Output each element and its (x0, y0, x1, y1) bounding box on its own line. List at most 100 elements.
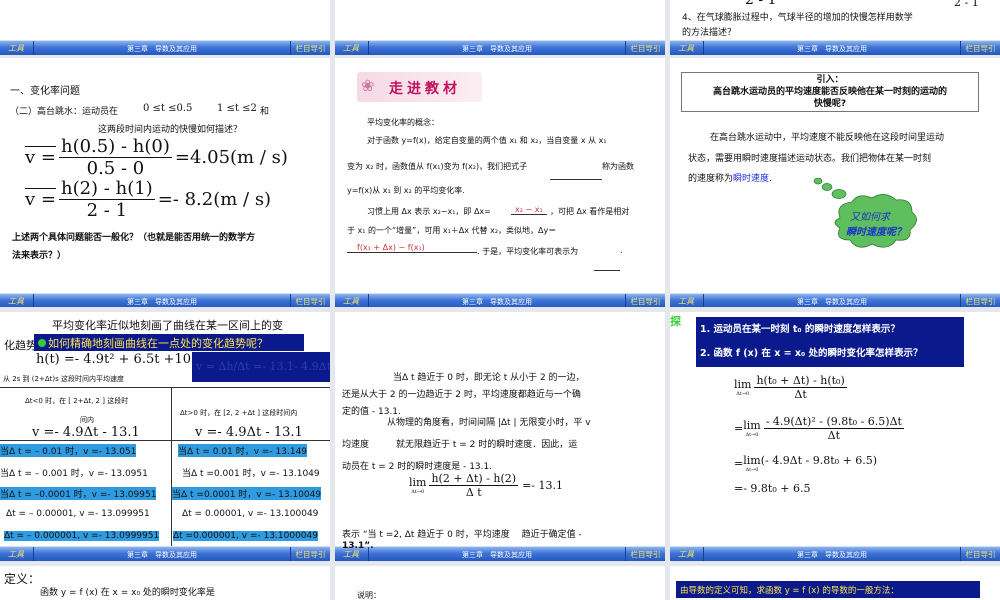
method-banner: 由导数的定义可知，求函数 y = f (x) 的导数的一般方法： (676, 581, 980, 598)
blank-line (550, 179, 602, 180)
table-cell: 当Δ t =0.0001 时，v =- 13.10049 (172, 487, 322, 500)
question-1: 1. 运动员在某一时刻 t₀ 的瞬时速度怎样表示？ (700, 324, 900, 335)
denominator: 0.5 - 0 (86, 158, 145, 179)
slide-footer: 工具 第三章 导数及其应用 栏目导引 (0, 40, 330, 55)
numerator: h(0.5) - h(0) (58, 136, 172, 158)
answer-red: x₂ − x₁ (511, 205, 547, 215)
numerator: h(t₀ + Δt) - h(t₀) (754, 374, 847, 388)
tools-link[interactable]: 工具 (670, 547, 704, 561)
slide-explanation[interactable]: 说明： (335, 566, 665, 600)
lim: lim (409, 476, 427, 489)
slide-r1c3[interactable]: 2 - 1 2 - 1 4、在气球膨胀过程中，气球半径的增加的快慢怎样用数学 的… (670, 0, 1000, 55)
table-header: Δt<0 时，在 [ 2+Δt, 2 ] 这段时 (25, 397, 129, 405)
text-line: 化趋势 (4, 339, 37, 352)
table-cell: 当Δ t =0.001 时，v =- 13.1049 (182, 469, 320, 479)
result: =- 8.2(m / s) (157, 189, 272, 210)
textbook-banner: ❀ 走进教材 (357, 72, 482, 102)
tools-link[interactable]: 工具 (0, 41, 34, 55)
text-line: 当Δ t 趋近于 0 时，即无论 t 从小于 2 的一边， (393, 373, 585, 383)
lim: lim (743, 419, 761, 432)
table-header: Δt>0 时，在 [2, 2 +Δt ] 这段时间内 (180, 409, 298, 417)
tools-link[interactable]: 工具 (670, 41, 704, 55)
slide-definition[interactable]: 定义： 函数 y = f (x) 在 x = x₀ 处的瞬时变化率是 (0, 566, 330, 600)
bullet-icon (38, 339, 46, 347)
tools-link[interactable]: 工具 (335, 294, 369, 307)
slide-introduction[interactable]: 引入： 高台跳水运动员的平均速度能否反映他在某一时刻的运动的 快慢呢? 在高台跳… (670, 58, 1000, 307)
question-text: 法来表示？） (12, 251, 67, 261)
text-line: 称为函数 (602, 162, 634, 171)
lim: lim (734, 378, 752, 391)
numerator: h(2 + Δt) - h(2) (429, 472, 519, 486)
chapter-title: 第三章 导数及其应用 (797, 298, 867, 306)
nav-link[interactable]: 栏目导引 (290, 294, 330, 307)
slide-average-velocity-table[interactable]: 平均变化率近似地刻画了曲线在某一区间上的变 化趋势 如何精确地刻画曲线在一点处的… (0, 312, 330, 561)
text: . (769, 174, 772, 184)
vbar: v = (25, 189, 56, 210)
tools-link[interactable]: 工具 (670, 294, 704, 307)
highlight-term: 瞬时速度 (733, 174, 770, 184)
text-line: ，可把 Δx 看作是相对 (550, 207, 630, 216)
expression: (- 4.9Δt - 9.8t₀ + 6.5) (760, 454, 878, 467)
lim: lim (743, 454, 761, 467)
slide-textbook[interactable]: ❀ 走进教材 平均变化率的概念： 对于函数 y=f(x)，给定自变量的两个值 x… (335, 58, 665, 307)
nav-link[interactable]: 栏目导引 (290, 547, 330, 561)
velocity-table: Δt<0 时，在 [ 2+Δt, 2 ] 这段时 间内 Δt>0 时，在 [2,… (0, 387, 330, 553)
derivation-step-2: = lim Δt→0 - 4.9(Δt)² - (9.8t₀ - 6.5)Δt Δt (734, 415, 904, 442)
question-text: 的方法描述？ (682, 28, 737, 38)
table-cell: Δt =0.000001, v =- 13.1000049 (173, 531, 318, 541)
chapter-title: 第三章 导数及其应用 (462, 298, 532, 306)
slide-footer: 工具 第三章 导数及其应用 栏目导引 (335, 293, 665, 307)
slide-r1c2[interactable]: 工具 第三章 导数及其应用 栏目导引 (335, 0, 665, 55)
formula-fragment: 2 - 1 (745, 0, 777, 8)
derivation-step-1: lim Δt→0 h(t₀ + Δt) - h(t₀) Δt (734, 374, 847, 401)
lim-sub: Δt→0 (745, 432, 759, 438)
text-line: . 于是，平均变化率可表示为 (477, 247, 579, 256)
intro-line: 高台跳水运动员的平均速度能否反映他在某一时刻的运动的 (712, 87, 947, 97)
chapter-title: 第三章 导数及其应用 (127, 45, 197, 53)
tools-link[interactable]: 工具 (335, 41, 369, 55)
slide-r1c1[interactable]: 工具 第三章 导数及其应用 栏目导引 (0, 0, 330, 55)
numerator: h(2) - h(1) (58, 178, 155, 200)
nav-link[interactable]: 栏目导引 (960, 41, 1000, 55)
intro-title: 引入： (816, 75, 844, 85)
text-line: 这两段时间内运动的快慢如何描述？ (98, 125, 243, 135)
text-line: 动员在 t = 2 时的瞬时速度是 - 13.1. (342, 462, 493, 472)
slide-explore[interactable]: 探 1. 运动员在某一时刻 t₀ 的瞬时速度怎样表示？ 2. 函数 f (x) … (670, 312, 1000, 561)
equals: = (734, 422, 744, 435)
text-line: 习惯上用 Δx 表示 x₂−x₁，即 Δx= (367, 207, 491, 216)
text-line: 状态，需要用瞬时速度描述运动状态。我们把物体在某一时刻 (688, 154, 932, 164)
slide-title: 定义： (4, 572, 41, 586)
chapter-title: 第三章 导数及其应用 (127, 551, 197, 559)
slide-derivative-method[interactable]: 由导数的定义可知，求函数 y = f (x) 的导数的一般方法： (670, 566, 1000, 600)
height-function: h(t) =- 4.9t² + 6.5t +10 (36, 352, 192, 367)
range-1: 0 ≤t ≤0.5 (143, 103, 193, 114)
denominator: Δt (794, 388, 807, 401)
tools-link[interactable]: 工具 (0, 547, 34, 561)
table-cell: 当Δ t = 0.01 时，v =- 13.149 (178, 444, 308, 457)
nav-link[interactable]: 栏目导引 (960, 294, 1000, 307)
lim-sub: Δt→0 (411, 489, 425, 495)
formula-2: v = h(2) - h(1) 2 - 1 =- 8.2(m / s) (25, 178, 271, 221)
text-and: 和 (260, 107, 270, 117)
slide-instant-velocity[interactable]: 当Δ t 趋近于 0 时，即无论 t 从小于 2 的一边， 还是从大于 2 的一… (335, 312, 665, 561)
nav-link[interactable]: 栏目导引 (960, 547, 1000, 561)
lim-sub: Δt→0 (745, 467, 759, 473)
chapter-title: 第三章 导数及其应用 (462, 45, 532, 53)
text-line: 13.1”. (342, 541, 374, 551)
denominator: Δt (827, 429, 840, 442)
text-line: y=f(x)从 x₁ 到 x₂ 的平均变化率. (347, 186, 465, 195)
table-header: 间内 (80, 416, 94, 424)
nav-link[interactable]: 栏目导引 (625, 547, 665, 561)
tools-link[interactable]: 工具 (0, 294, 34, 307)
equals: = (734, 457, 744, 470)
nav-link[interactable]: 栏目导引 (625, 294, 665, 307)
nav-link[interactable]: 栏目导引 (625, 41, 665, 55)
text: 的速度称为 (688, 174, 734, 184)
nav-link[interactable]: 栏目导引 (290, 41, 330, 55)
table-cell: 当Δ t = – 0.001 时，v =- 13.0951 (0, 469, 148, 479)
chapter-title: 第三章 导数及其应用 (127, 298, 197, 306)
table-cell: Δt = – 0.000001, v =- 13.0999951 (4, 531, 160, 541)
question-text: 上述两个具体问题能否一般化？（也就是能否用统一的数学方 (12, 233, 256, 243)
slide-rate-problem[interactable]: 一、变化率问题 （二）高台跳水：运动员在 0 ≤t ≤0.5 1 ≤t ≤2 和… (0, 58, 330, 307)
table-cell: 当Δ t = – 0.01 时，v =- 13.051 (0, 444, 137, 457)
